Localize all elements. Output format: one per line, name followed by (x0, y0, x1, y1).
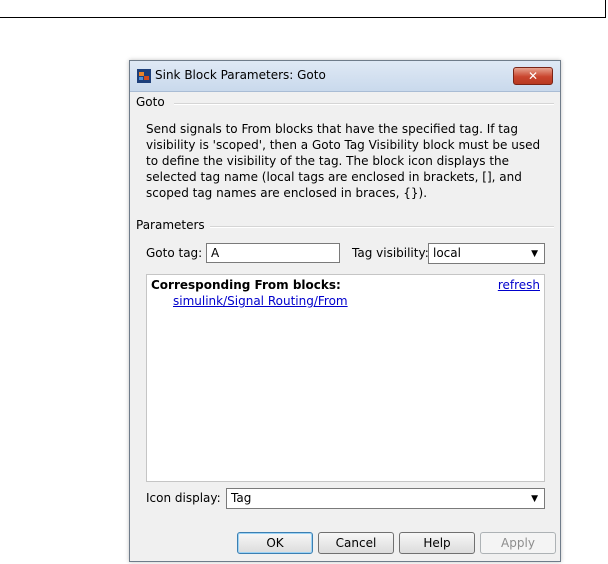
icon-display-label: Icon display: (146, 491, 221, 505)
ok-button[interactable]: OK (237, 532, 313, 554)
dropdown-arrow-icon: ▼ (531, 494, 538, 504)
icon-display-value: Tag (231, 491, 252, 505)
close-button[interactable]: ✕ (513, 67, 553, 85)
tag-visibility-value: local (433, 246, 461, 260)
sink-block-parameters-dialog: Sink Block Parameters: Goto ✕ Goto Send … (129, 60, 561, 562)
corresponding-from-blocks-panel: Corresponding From blocks: refresh simul… (146, 274, 545, 482)
goto-tag-input[interactable] (206, 243, 340, 263)
from-block-link[interactable]: simulink/Signal Routing/From (173, 294, 348, 308)
block-group-label: Goto (136, 95, 165, 109)
goto-tag-label: Goto tag: (146, 246, 203, 260)
help-button[interactable]: Help (399, 532, 475, 554)
parameters-divider (210, 226, 554, 228)
window-edge-tick (605, 0, 606, 18)
dialog-title: Sink Block Parameters: Goto (155, 68, 326, 82)
refresh-link[interactable]: refresh (498, 278, 540, 292)
parameters-group-label: Parameters (136, 218, 205, 232)
icon-display-select[interactable]: Tag ▼ (226, 488, 545, 509)
cancel-button[interactable]: Cancel (318, 532, 394, 554)
simulink-block-icon (137, 69, 151, 83)
block-description: Send signals to From blocks that have th… (146, 122, 541, 200)
corresponding-from-heading: Corresponding From blocks: (151, 278, 341, 292)
tag-visibility-label: Tag visibility: (352, 246, 429, 260)
title-bar[interactable]: Sink Block Parameters: Goto ✕ (130, 61, 560, 92)
window-top-border (0, 17, 606, 18)
apply-button[interactable]: Apply (480, 532, 556, 554)
tag-visibility-select[interactable]: local ▼ (428, 243, 545, 264)
block-group-divider (174, 103, 554, 105)
close-icon: ✕ (527, 69, 539, 83)
dropdown-arrow-icon: ▼ (531, 249, 538, 259)
